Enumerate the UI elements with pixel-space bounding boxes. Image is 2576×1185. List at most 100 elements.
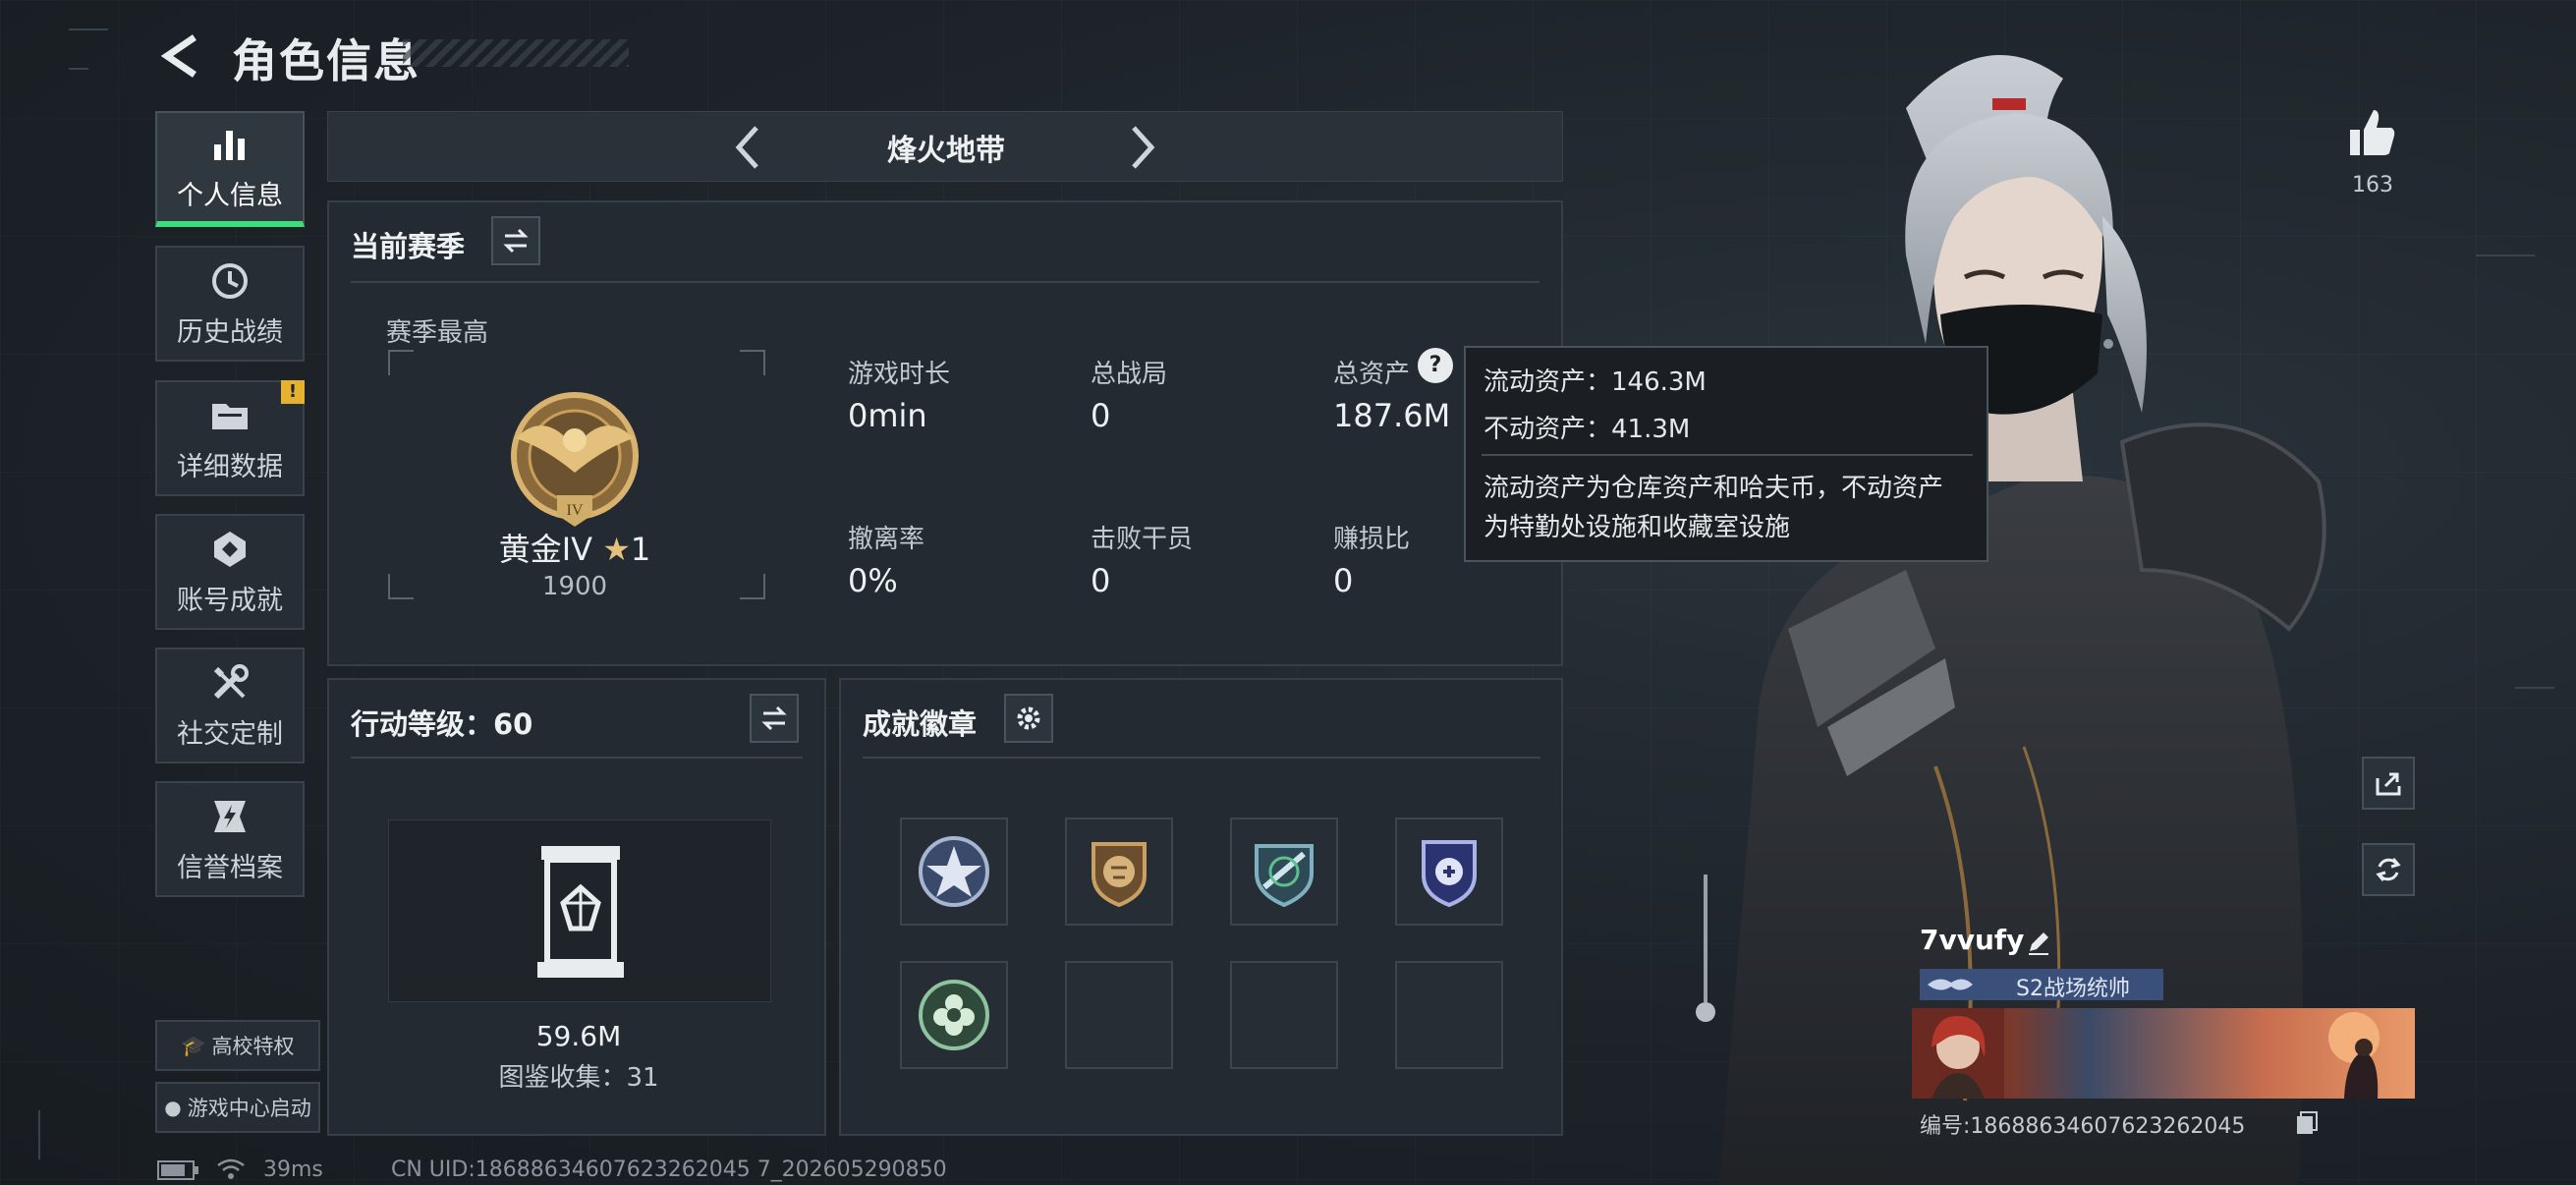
- help-icon[interactable]: ?: [1418, 348, 1453, 383]
- stat-label: 赚损比: [1333, 525, 1411, 554]
- collection-value: 59.6M: [535, 1020, 622, 1052]
- sidebar-item-personal-info[interactable]: 个人信息: [155, 111, 305, 227]
- sidebar-item-label: 信誉档案: [177, 852, 283, 883]
- ping-text: 39ms: [263, 1157, 323, 1182]
- history-icon: [212, 262, 248, 299]
- divider: [863, 757, 1540, 759]
- sidebar-item-credit-record[interactable]: 信誉档案: [155, 781, 305, 897]
- achievements-heading: 成就徽章: [863, 707, 978, 741]
- credit-icon: [214, 800, 246, 832]
- stat-value: 0: [1333, 562, 1354, 599]
- share-icon: [2376, 772, 2401, 796]
- sidebar-item-social-custom[interactable]: 社交定制: [155, 648, 305, 763]
- badge-slot[interactable]: [1230, 818, 1338, 926]
- shield-badge-icon: [1422, 840, 1477, 908]
- rank-stars: 1: [630, 531, 651, 568]
- achievements-panel: 成就徽章: [839, 678, 1563, 1136]
- campus-privilege-label: 高校特权: [211, 1035, 295, 1058]
- badge-slot[interactable]: [900, 818, 1008, 926]
- switch-icon: [761, 705, 787, 731]
- likes-count: 163: [2352, 173, 2393, 198]
- frame-corner: [740, 350, 765, 375]
- collection-count: 图鉴收集：31: [498, 1063, 659, 1093]
- action-level-switch-button[interactable]: [750, 694, 799, 743]
- mode-selector: 烽火地带: [327, 111, 1563, 182]
- season-heading: 当前赛季: [351, 230, 466, 263]
- campus-icon: 🎓: [181, 1034, 206, 1057]
- sidebar-item-achievements[interactable]: 账号成就: [155, 514, 305, 630]
- wifi-icon: [217, 1158, 245, 1179]
- badge-slot-empty[interactable]: [1065, 961, 1173, 1069]
- warning-badge: !: [281, 380, 305, 404]
- title-decoration: [403, 39, 629, 67]
- stat-value: 0min: [848, 397, 927, 434]
- tools-icon: [213, 663, 249, 699]
- cn-uid-text: CN UID:18688634607623262045 7_2026052908…: [391, 1157, 947, 1182]
- edit-pencil-icon[interactable]: [2024, 928, 2053, 957]
- badge-slot-empty[interactable]: [1395, 961, 1503, 1069]
- player-title: S2战场统帅: [2016, 977, 2130, 1001]
- stat-value: 0: [1091, 562, 1111, 599]
- achievements-settings-button[interactable]: [1004, 694, 1053, 743]
- stat-value: 187.6M: [1333, 397, 1451, 434]
- flower-badge-icon: [919, 980, 989, 1050]
- tooltip-fixed-assets: 不动资产：41.3M: [1484, 415, 1691, 444]
- tooltip-liquid-assets: 流动资产：146.3M: [1484, 367, 1707, 397]
- refresh-button[interactable]: [2362, 843, 2415, 896]
- gold-rank-emblem: IV: [511, 392, 639, 527]
- switch-icon: [503, 228, 529, 254]
- player-title-badge: S2战场统帅: [1920, 969, 2163, 1001]
- divider: [1482, 454, 1973, 456]
- sidebar-item-history[interactable]: 历史战绩: [155, 246, 305, 362]
- divider: [351, 281, 1540, 283]
- player-uid: 编号:18688634607623262045: [1920, 1114, 2246, 1139]
- stat-label: 游戏时长: [848, 360, 951, 389]
- badge-slot[interactable]: [1395, 818, 1503, 926]
- rank-name: 黄金IV: [498, 531, 593, 568]
- rifle-badge-icon: [1255, 844, 1314, 908]
- assets-tooltip: 流动资产：146.3M 不动资产：41.3M 流动资产为仓库资产和哈夫币，不动资…: [1464, 346, 1988, 562]
- sidebar-item-label: 账号成就: [177, 585, 283, 616]
- title-emblem-icon: [1928, 979, 1973, 990]
- season-switch-button[interactable]: [491, 216, 540, 265]
- player-banner[interactable]: [1912, 1008, 2415, 1099]
- player-avatar: [1912, 1008, 2004, 1099]
- divider: [351, 757, 803, 759]
- stat-label: 总资产: [1333, 360, 1411, 389]
- badge-slot[interactable]: [900, 961, 1008, 1069]
- rank-emblem-numeral: IV: [567, 502, 584, 519]
- back-arrow-icon[interactable]: [157, 31, 206, 81]
- lion-badge-icon: [1092, 842, 1147, 908]
- badge-slot[interactable]: [1065, 818, 1173, 926]
- star-badge-icon: [919, 836, 989, 907]
- rank-score: 1900: [541, 572, 608, 601]
- rank-line: 黄金IV ★1: [388, 525, 761, 570]
- player-name: 7vvufy: [1920, 924, 2025, 956]
- display-case-icon: [537, 846, 624, 978]
- battery-icon: [157, 1160, 198, 1180]
- collection-display[interactable]: [388, 819, 771, 1002]
- bar-chart-icon: [214, 130, 245, 160]
- sidebar-item-label: 个人信息: [177, 180, 283, 211]
- sidebar-item-label: 社交定制: [177, 718, 283, 750]
- sidebar-item-label: 详细数据: [177, 451, 283, 482]
- share-button[interactable]: [2362, 757, 2415, 810]
- badge-slot-empty[interactable]: [1230, 961, 1338, 1069]
- copy-icon[interactable]: [2295, 1110, 2319, 1136]
- season-best-label: 赛季最高: [386, 318, 489, 348]
- achievement-icon: [214, 531, 246, 567]
- sidebar-item-detailed-data[interactable]: 详细数据 !: [155, 380, 305, 496]
- game-center-icon: ●: [164, 1096, 182, 1119]
- star-icon: ★: [602, 531, 631, 568]
- stat-label: 撤离率: [848, 525, 925, 554]
- chevron-right-icon[interactable]: [1114, 120, 1169, 175]
- folder-icon: [212, 403, 248, 429]
- stat-value: 0: [1091, 397, 1111, 434]
- thumbs-up-icon[interactable]: [2346, 106, 2399, 159]
- campus-privilege-button[interactable]: 🎓 高校特权: [155, 1020, 320, 1071]
- frame-corner: [388, 350, 414, 375]
- game-center-label: 游戏中心启动: [187, 1097, 311, 1120]
- gear-icon: [1017, 706, 1040, 730]
- game-center-button[interactable]: ● 游戏中心启动: [155, 1082, 320, 1133]
- stat-label: 击败干员: [1091, 525, 1194, 554]
